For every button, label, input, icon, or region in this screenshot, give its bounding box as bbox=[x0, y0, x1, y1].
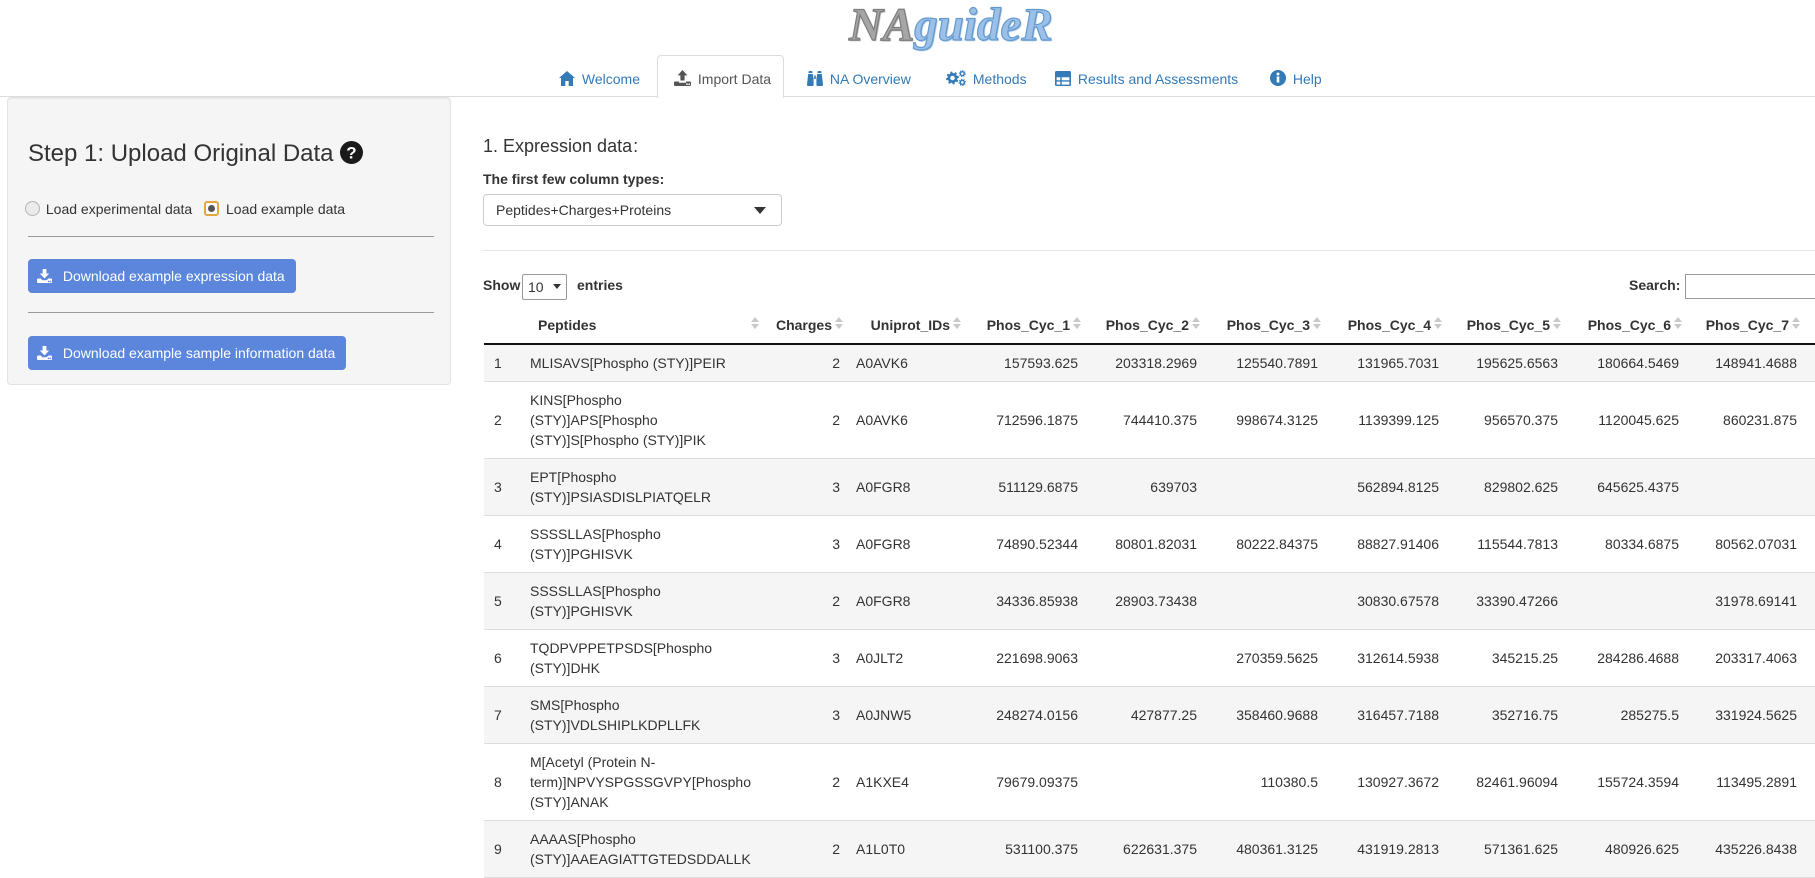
svg-text:?: ? bbox=[346, 144, 356, 163]
